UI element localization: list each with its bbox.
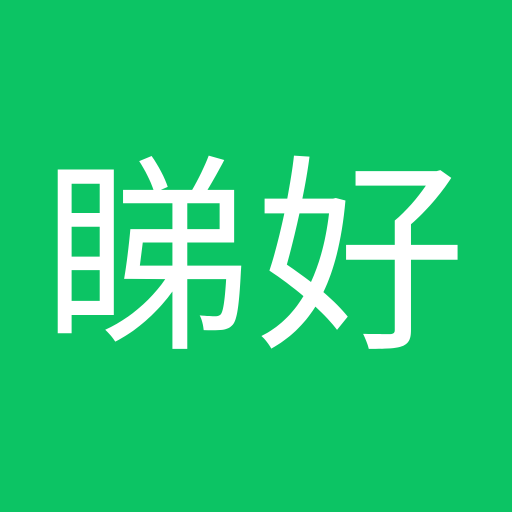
app-icon-label: 睇好 bbox=[41, 137, 470, 382]
app-icon[interactable]: 睇好 bbox=[0, 0, 512, 512]
